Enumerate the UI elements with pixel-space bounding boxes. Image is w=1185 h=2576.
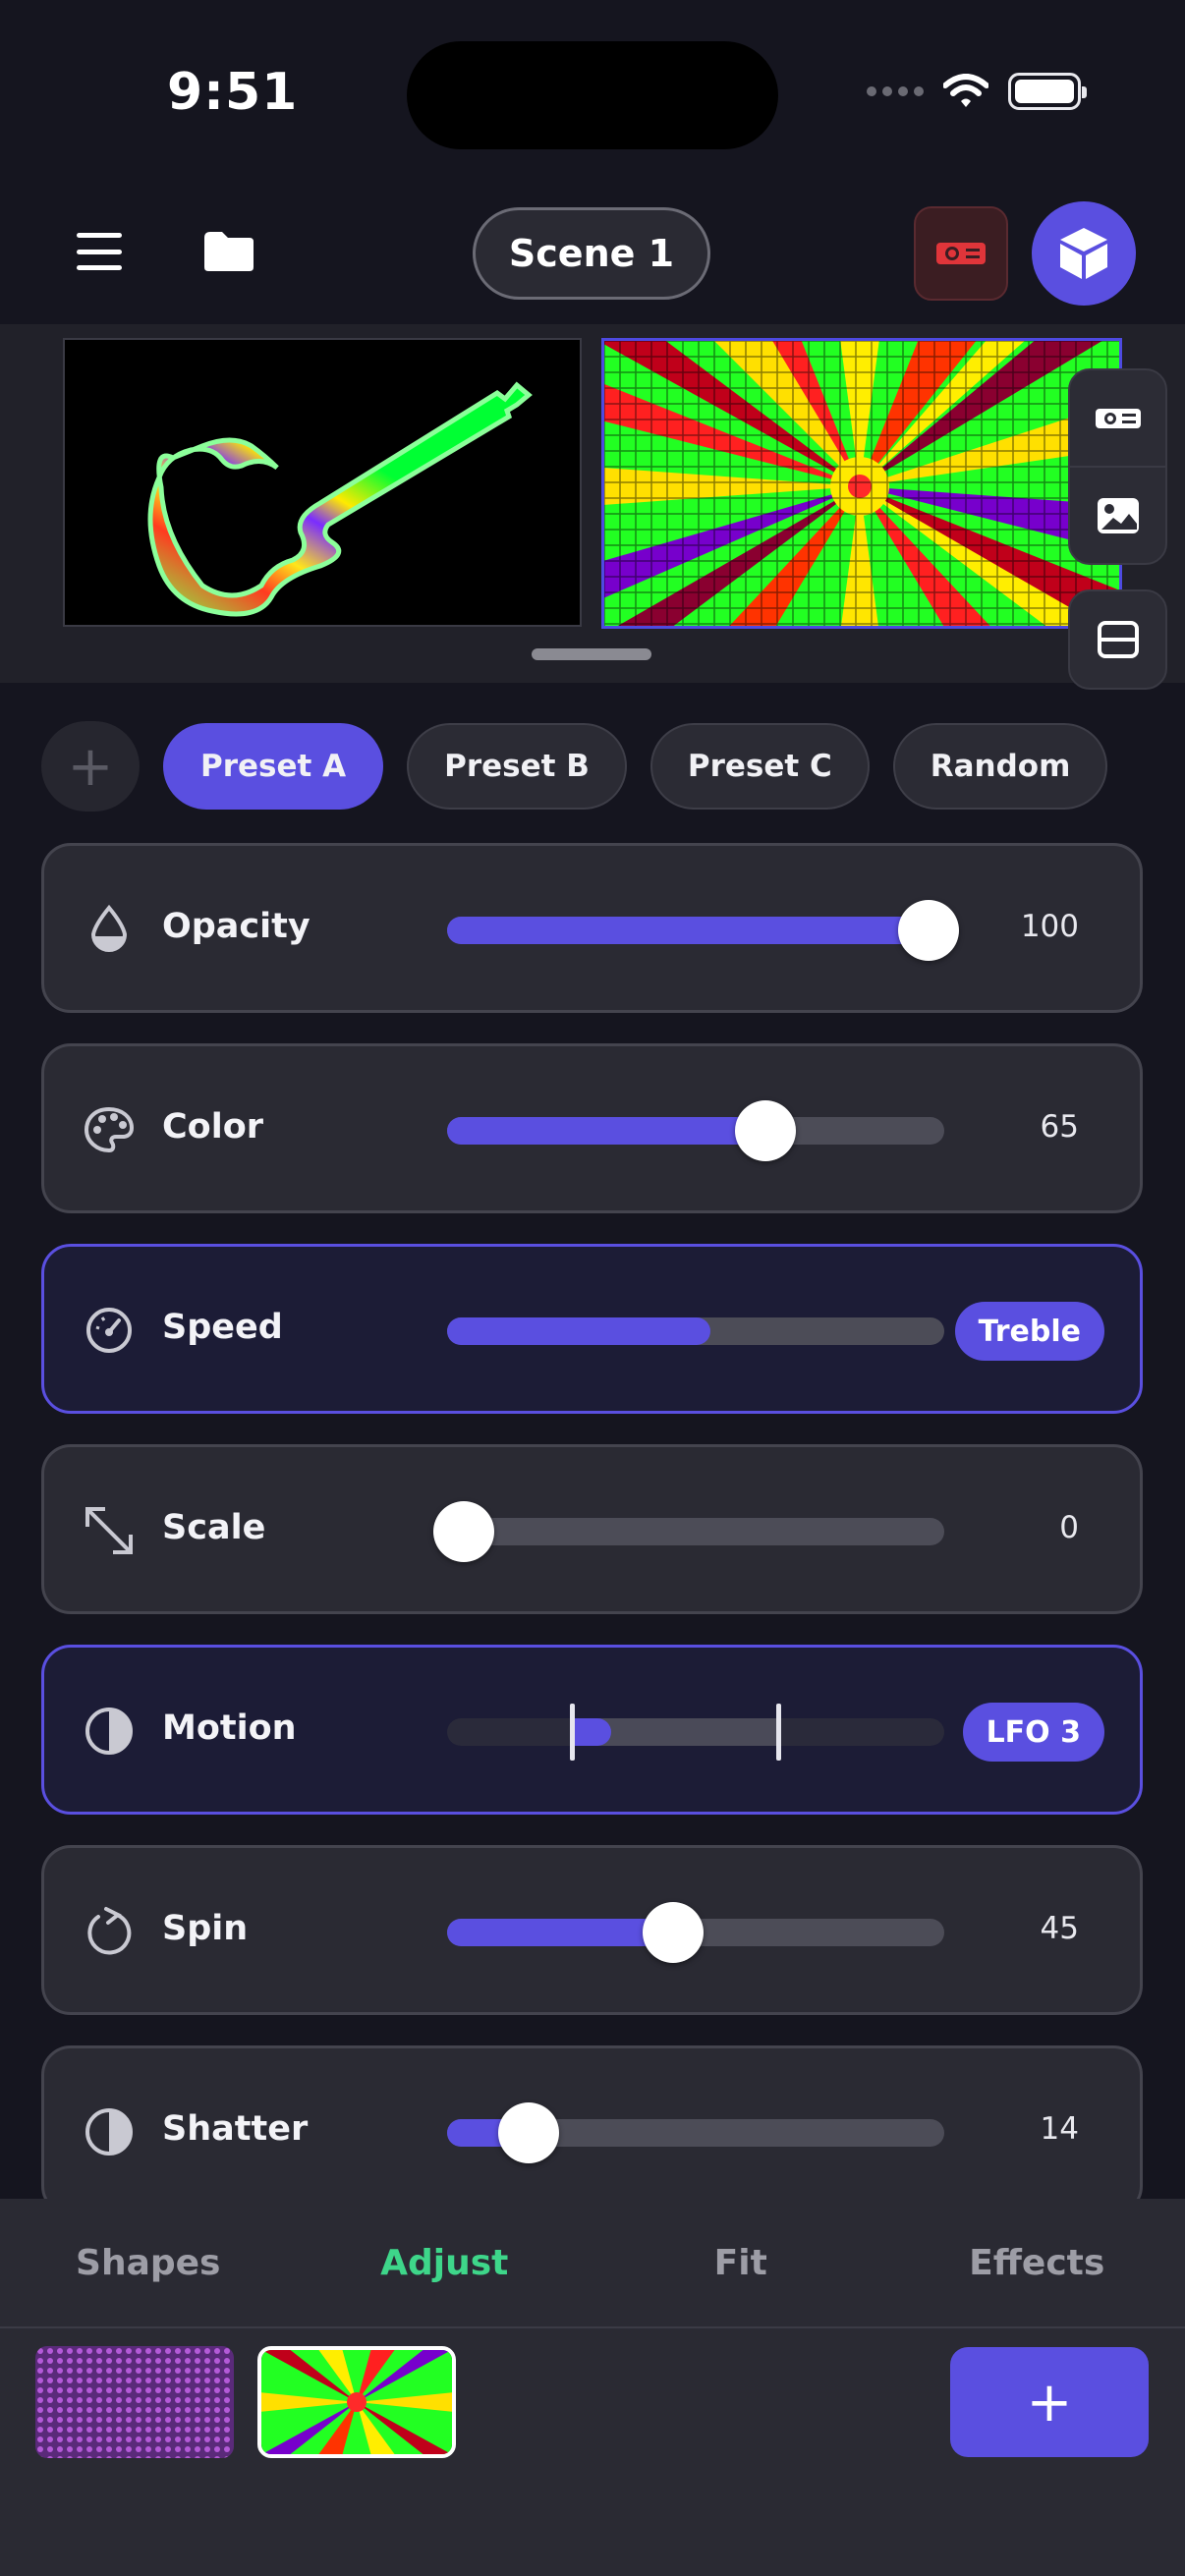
tab-bar: Shapes Adjust Fit Effects	[0, 2199, 1185, 2328]
speed-gauge-icon	[80, 1301, 139, 1360]
projector-button[interactable]	[914, 206, 1008, 301]
motion-lfo-badge[interactable]: LFO 3	[962, 1703, 1104, 1762]
scene-selector-button[interactable]: Scene 1	[473, 207, 710, 300]
opacity-slider-fill	[447, 917, 944, 944]
scale-slider[interactable]	[433, 1501, 944, 1562]
motion-label: Motion	[162, 1708, 297, 1748]
projector-icon	[936, 243, 986, 264]
layer-thumbnail-1[interactable]	[35, 2346, 234, 2458]
shatter-control: Shatter 14	[41, 2045, 1143, 2199]
preview-area	[0, 324, 1185, 683]
color-value: 65	[1040, 1109, 1079, 1145]
pattern-output-preview[interactable]	[601, 338, 1122, 629]
cube-icon	[1060, 228, 1107, 279]
split-view-icon	[1097, 621, 1139, 658]
preset-c-button[interactable]: Preset C	[649, 723, 870, 810]
speed-slider[interactable]	[447, 1317, 944, 1345]
guitar-output-preview[interactable]	[63, 338, 582, 627]
opacity-label: Opacity	[162, 907, 310, 946]
image-icon	[1097, 497, 1139, 533]
opacity-drop-icon	[80, 900, 139, 959]
spin-control: Spin 45	[41, 1845, 1143, 2015]
bottom-panel: Shapes Adjust Fit Effects +	[0, 2199, 1185, 2576]
preset-a-button[interactable]: Preset A	[163, 723, 384, 810]
half-circle-icon	[80, 1702, 139, 1761]
adjust-controls-list[interactable]: Opacity 100 Color 65 Speed Treble Scale …	[0, 843, 1185, 2199]
spin-slider-thumb[interactable]	[643, 1902, 704, 1963]
lfo-position-indicator	[572, 1718, 611, 1746]
projector-output-toggle[interactable]	[1070, 370, 1165, 466]
output-toggle-group	[1068, 368, 1167, 565]
tab-fit[interactable]: Fit	[592, 2199, 889, 2326]
random-preset-button[interactable]: Random	[892, 723, 1108, 810]
3d-view-button[interactable]	[1032, 201, 1136, 306]
rotate-icon	[80, 1902, 139, 1961]
split-view-button[interactable]	[1068, 589, 1167, 690]
scale-value: 0	[1059, 1510, 1079, 1545]
folder-icon[interactable]	[202, 230, 255, 273]
scale-control: Scale 0	[41, 1444, 1143, 1614]
shatter-label: Shatter	[162, 2109, 309, 2149]
shatter-value: 14	[1040, 2111, 1079, 2147]
spin-slider[interactable]	[447, 1902, 944, 1963]
spin-slider-fill	[447, 1919, 671, 1946]
signal-dots-icon	[867, 86, 924, 96]
preview-drag-handle[interactable]	[532, 648, 651, 660]
scale-slider-thumb[interactable]	[433, 1501, 494, 1562]
speed-slider-fill	[447, 1317, 710, 1345]
lfo-range-max-handle[interactable]	[776, 1704, 781, 1761]
app-screen: 9:51 Scene 1 + Preset A Preset B Preset …	[0, 0, 1185, 2576]
image-output-toggle[interactable]	[1070, 466, 1165, 563]
motion-control: Motion LFO 3	[41, 1645, 1143, 1815]
projector-icon	[1095, 408, 1141, 428]
color-control: Color 65	[41, 1043, 1143, 1213]
tab-adjust[interactable]: Adjust	[297, 2199, 593, 2326]
half-circle-icon	[80, 2102, 139, 2161]
scale-arrows-icon	[80, 1501, 139, 1560]
status-icons	[867, 73, 1087, 110]
shatter-slider-thumb[interactable]	[498, 2102, 559, 2163]
speed-audio-link-badge[interactable]: Treble	[954, 1302, 1104, 1361]
preset-b-button[interactable]: Preset B	[407, 723, 627, 810]
menu-icon[interactable]	[77, 233, 122, 270]
status-time: 9:51	[167, 63, 299, 122]
add-layer-button[interactable]: +	[950, 2347, 1149, 2457]
opacity-slider[interactable]	[447, 900, 959, 961]
palette-icon	[80, 1100, 139, 1159]
layer-thumbnail-2-selected[interactable]	[257, 2346, 456, 2458]
opacity-slider-thumb[interactable]	[898, 900, 959, 961]
lfo-range-min-handle[interactable]	[570, 1704, 575, 1761]
tab-shapes[interactable]: Shapes	[0, 2199, 297, 2326]
preset-row: + Preset A Preset B Preset C Random	[41, 721, 1108, 812]
spin-label: Spin	[162, 1909, 249, 1948]
tab-effects[interactable]: Effects	[889, 2199, 1185, 2326]
motion-lfo-range-slider[interactable]	[447, 1704, 944, 1761]
wifi-icon	[943, 74, 988, 107]
color-slider[interactable]	[447, 1100, 944, 1161]
opacity-control: Opacity 100	[41, 843, 1143, 1013]
opacity-value: 100	[1020, 909, 1079, 944]
speed-control: Speed Treble	[41, 1244, 1143, 1414]
battery-icon	[1008, 73, 1087, 110]
speed-label: Speed	[162, 1308, 283, 1347]
spin-value: 45	[1040, 1911, 1079, 1946]
color-slider-thumb[interactable]	[735, 1100, 796, 1161]
scale-label: Scale	[162, 1508, 266, 1547]
dynamic-island	[407, 41, 778, 149]
shatter-slider[interactable]	[447, 2102, 944, 2163]
add-preset-button[interactable]: +	[41, 721, 140, 812]
color-slider-fill	[447, 1117, 770, 1145]
color-label: Color	[162, 1107, 264, 1147]
